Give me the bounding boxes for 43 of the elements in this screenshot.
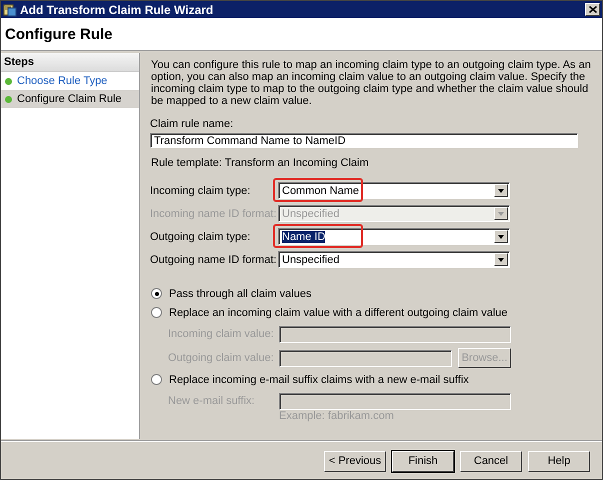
radio-option[interactable]: Pass through all claim values — [150, 284, 592, 303]
dropdown-button[interactable] — [494, 184, 508, 197]
dropdown-button[interactable] — [494, 230, 508, 243]
field-label: Incoming name ID format: — [150, 208, 278, 220]
caret-icon — [498, 188, 504, 192]
field-label: Outgoing claim value: — [168, 352, 275, 364]
close-icon — [588, 6, 596, 13]
wizard-button[interactable]: Finish — [392, 450, 454, 472]
radio-option[interactable]: Replace an incoming claim value with a different outgoing claim value — [150, 303, 592, 322]
step-item[interactable]: Configure Claim Rule — [1, 90, 139, 108]
radio-button[interactable] — [151, 288, 162, 299]
radio-button[interactable] — [151, 374, 162, 385]
field-label: New e-mail suffix: — [168, 395, 256, 407]
radio-option[interactable]: Replace incoming e-mail suffix claims with a new e-mail suffix — [150, 370, 592, 389]
wizard-button[interactable]: Help — [528, 450, 590, 472]
caret-icon — [498, 234, 504, 238]
radio-button[interactable] — [151, 307, 162, 318]
dropdown-field[interactable]: Unspecified — [278, 251, 510, 268]
caret-icon — [498, 212, 504, 216]
field-label: Outgoing name ID format: — [150, 254, 278, 266]
status-dot-icon — [5, 78, 12, 84]
dropdown-button[interactable] — [494, 253, 508, 266]
page-title: Configure Rule — [5, 26, 112, 42]
field-label: Claim rule name: — [150, 118, 234, 130]
caret-icon — [498, 258, 504, 262]
step-item[interactable]: Choose Rule Type — [1, 72, 139, 90]
input-field[interactable] — [279, 326, 511, 342]
input-field[interactable] — [279, 392, 511, 410]
wizard-button[interactable]: < Previous — [324, 450, 386, 472]
field-label: Incoming claim type: — [150, 184, 252, 196]
app-icon — [3, 2, 17, 16]
wizard-button[interactable]: Cancel — [460, 450, 522, 472]
field-label: Outgoing claim type: — [150, 230, 252, 242]
rule-name-field[interactable]: Transform Command Name to NameID — [150, 133, 578, 148]
input-field[interactable] — [279, 350, 452, 366]
description-text: You can configure this rule to map an incoming claim type to an outgoing claim type. As an option, you can also map an incoming claim value to an outgoing claim value. Specify the incoming claim type to map to the outgoing claim type and whether the claim value should be mapped to a new claim value. — [151, 59, 592, 107]
close-button[interactable] — [585, 3, 600, 16]
field-label: Incoming claim value: — [168, 328, 275, 340]
status-dot-icon — [5, 96, 12, 102]
rule-template-text: Rule template: Transform an Incoming Claim — [151, 157, 370, 169]
window-title: Add Transform Claim Rule Wizard — [20, 2, 214, 16]
hint-text: Example: fabrikam.com — [278, 410, 395, 422]
steps-heading: Steps — [1, 53, 139, 72]
